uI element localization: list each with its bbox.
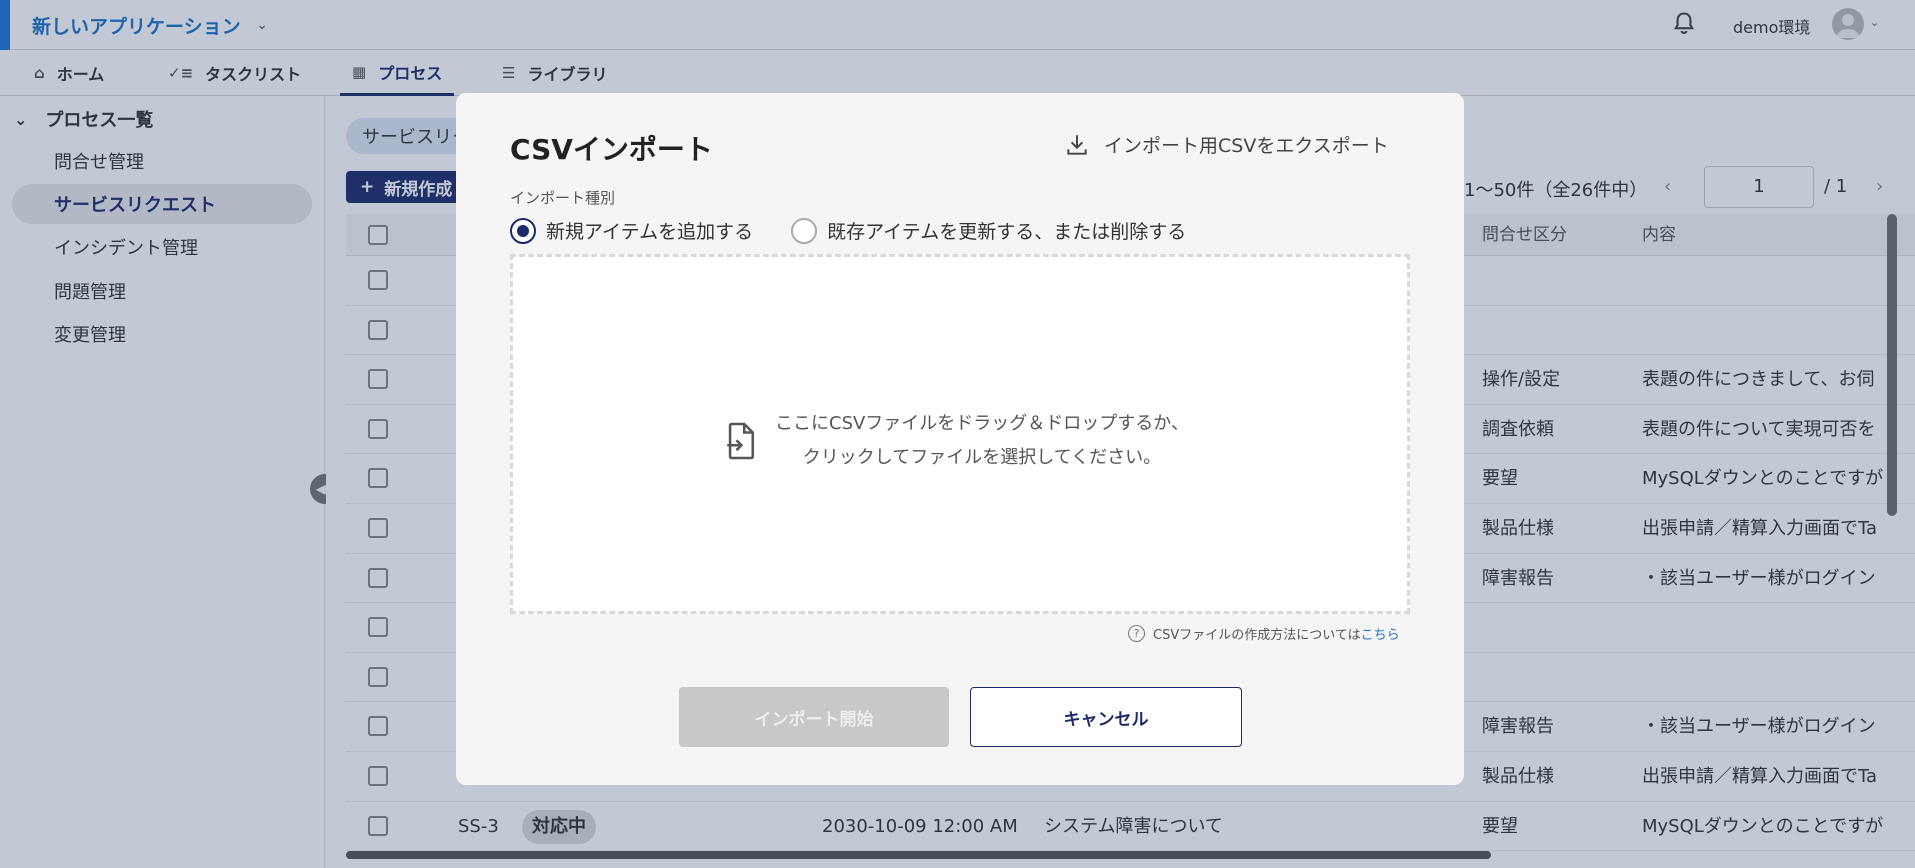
dropzone-line-1: ここにCSVファイルをドラッグ＆ドロップするか、 (775, 413, 1189, 434)
import-type-label: インポート種別 (510, 189, 616, 207)
radio-label: 新規アイテムを追加する (546, 221, 754, 243)
file-import-icon (727, 422, 755, 460)
dropzone-content: ここにCSVファイルをドラッグ＆ドロップするか、 クリックしてファイルを選択して… (723, 407, 1189, 475)
help-text: CSVファイルの作成方法については (1153, 628, 1361, 643)
dropzone-text: ここにCSVファイルをドラッグ＆ドロップするか、 クリックしてファイルを選択して… (775, 407, 1189, 475)
radio-add-new[interactable]: 新規アイテムを追加する (510, 217, 753, 244)
start-import-button[interactable]: インポート開始 (679, 687, 949, 747)
dropzone-line-2: クリックしてファイルを選択してください。 (802, 447, 1162, 468)
cancel-button[interactable]: キャンセル (970, 687, 1242, 747)
csv-help: ? CSVファイルの作成方法については こちら (1128, 624, 1400, 643)
file-dropzone[interactable]: ここにCSVファイルをドラッグ＆ドロップするか、 クリックしてファイルを選択して… (510, 254, 1410, 614)
radio-button[interactable] (510, 217, 536, 244)
radio-button[interactable] (791, 217, 818, 244)
import-type-radio-group: 新規アイテムを追加する 既存アイテムを更新する、または削除する (510, 217, 1186, 244)
radio-update-delete[interactable]: 既存アイテムを更新する、または削除する (791, 217, 1186, 244)
dialog-title: CSVインポート (510, 133, 713, 166)
help-link[interactable]: こちら (1361, 624, 1400, 643)
export-csv-link[interactable]: インポート用CSVをエクスポート (1064, 131, 1389, 158)
export-csv-label: インポート用CSVをエクスポート (1104, 135, 1389, 157)
download-icon (1067, 134, 1087, 155)
help-icon: ? (1128, 625, 1145, 642)
csv-import-dialog: CSVインポート インポート用CSVをエクスポート インポート種別 新規アイテム… (456, 93, 1464, 785)
radio-label: 既存アイテムを更新する、または削除する (827, 221, 1187, 243)
